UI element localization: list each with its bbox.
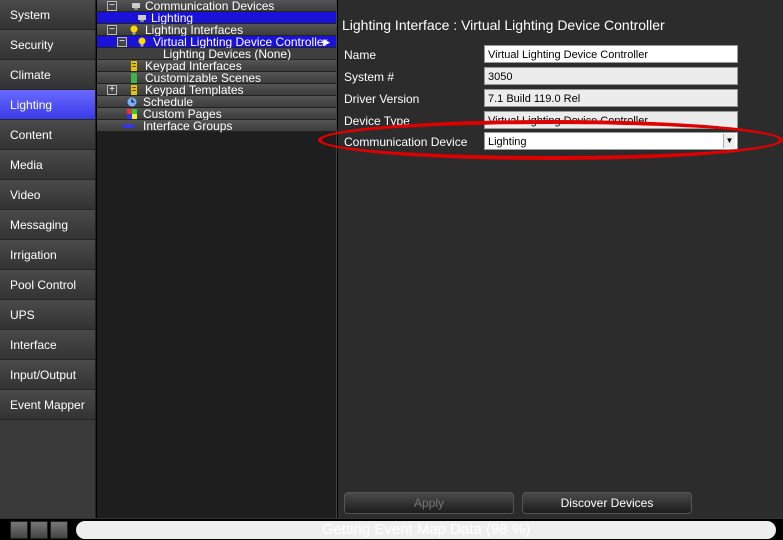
driver-row: Driver Version 7.1 Build 119.0 Rel xyxy=(338,88,783,110)
status-text: Getting Event Map Data (98 %) xyxy=(321,521,531,538)
nav-item-content[interactable]: Content xyxy=(0,120,95,150)
lightbulb-icon xyxy=(130,25,138,35)
custom-pages-icon xyxy=(127,109,137,119)
status-cell xyxy=(50,521,68,539)
nav-item-interface[interactable]: Interface xyxy=(0,330,95,360)
category-nav: System Security Climate Lighting Content… xyxy=(0,0,96,518)
status-cell xyxy=(10,521,28,539)
status-progress: Getting Event Map Data (98 %) xyxy=(76,521,776,539)
nav-item-security[interactable]: Security xyxy=(0,30,95,60)
schedule-icon xyxy=(127,97,137,107)
network-icon xyxy=(132,3,140,10)
page-title: Lighting Interface : Virtual Lighting De… xyxy=(342,17,665,33)
tree-item-communication-devices[interactable]: − Communication Devices xyxy=(97,0,336,12)
nav-item-video[interactable]: Video xyxy=(0,180,95,210)
name-row: Name Virtual Lighting Device Controller xyxy=(338,44,783,66)
keypad-icon xyxy=(131,85,137,95)
apply-button[interactable]: Apply xyxy=(344,492,514,514)
collapse-icon[interactable]: − xyxy=(107,25,117,35)
name-label: Name xyxy=(344,48,377,62)
name-field[interactable]: Virtual Lighting Device Controller xyxy=(484,45,738,63)
system-number-label: System # xyxy=(344,70,395,84)
device-tree: − Communication Devices Lighting − Light… xyxy=(97,0,337,518)
nav-item-climate[interactable]: Climate xyxy=(0,60,95,90)
collapse-icon[interactable]: − xyxy=(117,37,127,47)
discover-devices-button[interactable]: Discover Devices xyxy=(522,492,692,514)
submenu-arrow-icon[interactable]: ▶ xyxy=(323,36,330,48)
highlight-annotation xyxy=(318,120,783,160)
status-bar: Getting Event Map Data (98 %) xyxy=(0,518,783,540)
nav-item-lighting[interactable]: Lighting xyxy=(0,90,95,120)
keypad-icon xyxy=(131,61,137,71)
scene-icon xyxy=(131,73,137,83)
status-cell xyxy=(30,521,48,539)
interface-groups-icon xyxy=(123,124,134,128)
nav-item-irrigation[interactable]: Irrigation xyxy=(0,240,95,270)
system-row: System # 3050 xyxy=(338,66,783,88)
driver-version-label: Driver Version xyxy=(344,92,420,106)
nav-item-input-output[interactable]: Input/Output xyxy=(0,360,95,390)
driver-version-field: 7.1 Build 119.0 Rel xyxy=(484,89,738,107)
nav-item-system[interactable]: System xyxy=(0,0,95,30)
system-number-field: 3050 xyxy=(484,67,738,85)
tree-label: Interface Groups xyxy=(143,119,233,133)
nav-item-pool-control[interactable]: Pool Control xyxy=(0,270,95,300)
nav-item-media[interactable]: Media xyxy=(0,150,95,180)
expand-icon[interactable]: + xyxy=(107,85,117,95)
tree-item-keypad-templates[interactable]: + Keypad Templates xyxy=(97,84,336,96)
nav-item-event-mapper[interactable]: Event Mapper xyxy=(0,390,95,420)
tree-item-interface-groups[interactable]: Interface Groups xyxy=(97,120,336,132)
collapse-icon[interactable]: − xyxy=(107,1,117,11)
nav-item-messaging[interactable]: Messaging xyxy=(0,210,95,240)
lightbulb-icon xyxy=(138,37,146,47)
nav-item-ups[interactable]: UPS xyxy=(0,300,95,330)
network-icon xyxy=(138,15,146,22)
properties-panel: Lighting Interface : Virtual Lighting De… xyxy=(318,0,783,518)
